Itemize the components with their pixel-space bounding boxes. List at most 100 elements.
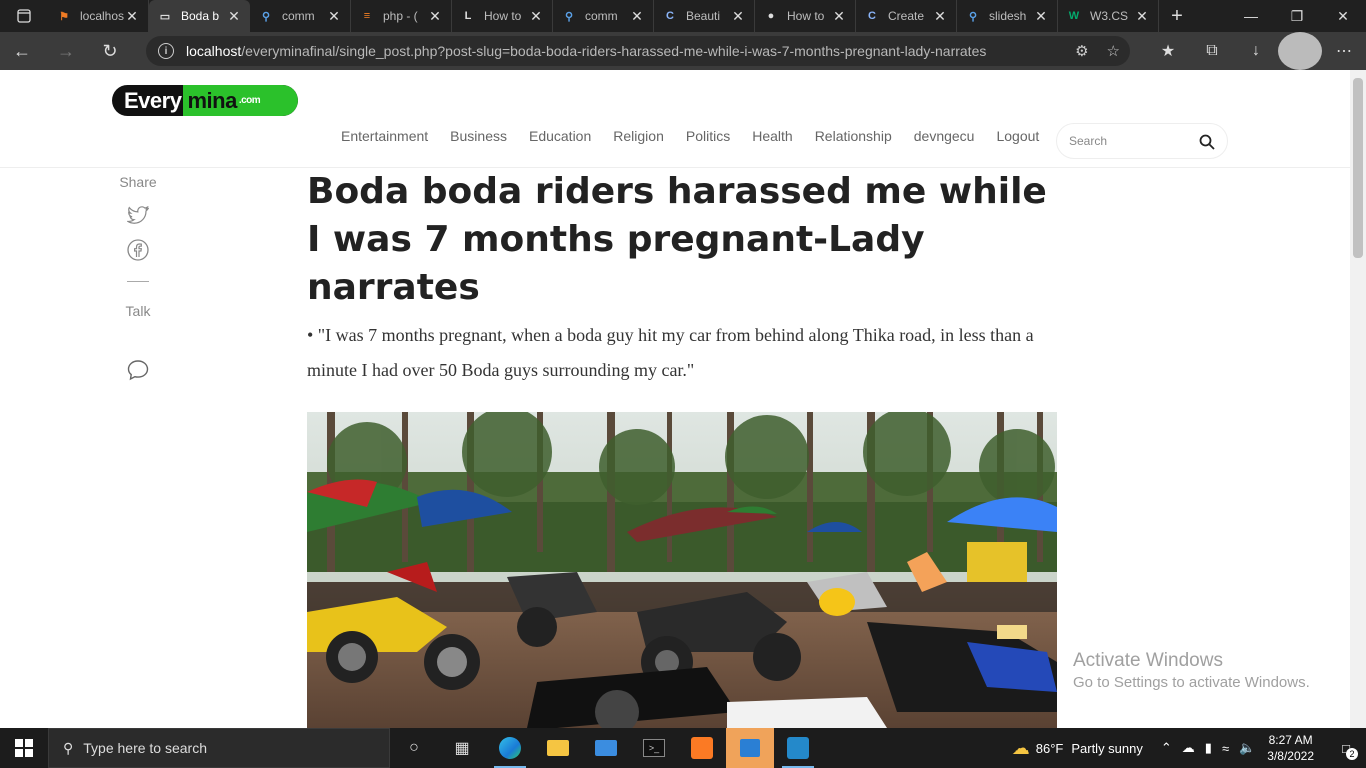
browser-tab[interactable]: ≡ php - (✕ [351,0,452,32]
forward-button[interactable]: → [44,32,88,70]
stack-icon: ≡ [363,10,371,22]
nav-link-relationship[interactable]: Relationship [815,128,892,144]
github-icon: ● [767,10,775,22]
close-window-button[interactable]: ✕ [1320,0,1366,32]
close-tab-icon[interactable]: ✕ [730,8,746,25]
clock[interactable]: 8:27 AM 3/8/2022 [1267,732,1314,764]
search-icon: ⚲ [261,10,271,23]
browser-tab[interactable]: ▭ Boda b ✕ [149,0,250,32]
browser-tab[interactable]: W W3.CS ✕ [1058,0,1159,32]
browser-tab[interactable]: C Create ✕ [856,0,957,32]
nav-link-religion[interactable]: Religion [613,128,664,144]
nav-link-politics[interactable]: Politics [686,128,730,144]
refresh-button[interactable]: ↻ [88,32,132,70]
tab-list: ⚑ localhost ✕ ▭ Boda b ✕ ⚲ comm ✕ ≡ php - (✕ L How t… [48,0,1159,32]
facebook-icon[interactable] [127,239,149,261]
tab-title: W3.CS [1090,9,1129,23]
minimize-button[interactable]: — [1228,0,1274,32]
nav-link-devngecu[interactable]: devngecu [914,128,975,144]
nav-link-entertainment[interactable]: Entertainment [341,128,428,144]
site-info-icon[interactable]: i [158,43,174,59]
page-scrollbar[interactable] [1350,70,1366,728]
battery-icon[interactable]: ▮ [1205,740,1212,756]
motorcycles-photo-graphic [307,412,1057,728]
close-tab-icon[interactable]: ✕ [1134,8,1150,25]
weather-icon[interactable]: ☁ [1012,738,1030,759]
nav-link-logout[interactable]: Logout [996,128,1039,144]
nav-link-education[interactable]: Education [529,128,591,144]
browser-tab[interactable]: C Beauti ✕ [654,0,755,32]
read-aloud-icon[interactable]: ⚙ [1075,42,1088,60]
close-tab-icon[interactable]: ✕ [932,8,948,25]
xampp-icon: ⚑ [59,10,69,23]
photos-icon[interactable] [726,728,774,768]
c-icon: C [666,10,674,22]
back-button[interactable]: ← [0,32,44,70]
main-nav: Entertainment Business Education Religion Po… [330,128,1050,144]
twitter-icon[interactable] [125,205,150,226]
collections-icon[interactable]: ⧉ [1190,32,1234,70]
tray-chevron-icon[interactable]: ⌃ [1161,740,1172,756]
tab-actions-button[interactable] [0,0,48,32]
url-path: /everyminafinal/single_post.php?post-slu… [241,43,987,59]
mail-icon[interactable] [582,728,630,768]
share-sidebar: Share Talk [110,174,166,384]
taskbar-search[interactable]: ⚲ Type here to search [48,728,390,768]
nav-link-business[interactable]: Business [450,128,507,144]
nav-link-health[interactable]: Health [752,128,792,144]
search-icon[interactable] [1199,134,1215,150]
close-tab-icon[interactable]: ✕ [528,8,544,25]
weather-text[interactable]: Partly sunny [1071,741,1143,756]
file-explorer-icon[interactable] [534,728,582,768]
close-tab-icon[interactable]: ✕ [326,8,342,25]
browser-tab[interactable]: ⚲ comm ✕ [553,0,654,32]
start-button[interactable] [0,728,48,768]
volume-icon[interactable]: 🔈 [1239,740,1255,756]
close-tab-icon[interactable]: ✕ [831,8,847,25]
scrollbar-thumb[interactable] [1353,78,1363,258]
article-lede: • "I was 7 months pregnant, when a boda … [307,325,1034,380]
profile-button[interactable] [1278,32,1322,70]
add-favorite-icon[interactable]: ☆ [1107,42,1120,60]
vscode-icon[interactable] [774,728,822,768]
close-tab-icon[interactable]: ✕ [1033,8,1049,25]
terminal-icon[interactable]: >_ [630,728,678,768]
wifi-icon[interactable]: ≈ [1222,741,1229,756]
notification-count: 2 [1346,748,1358,760]
page-icon: ▭ [159,10,171,23]
close-tab-icon[interactable]: ✕ [427,8,443,25]
window-controls: — ❐ ✕ [1228,0,1366,32]
task-view-icon[interactable]: ▦ [438,728,486,768]
address-bar[interactable]: i localhost/everyminafinal/single_post.p… [146,36,1130,66]
browser-tab[interactable]: ⚲ slidesh ✕ [957,0,1058,32]
browser-tab[interactable]: ⚲ comm ✕ [250,0,351,32]
cortana-icon[interactable]: ○ [390,728,438,768]
weather-temp[interactable]: 86°F [1036,741,1064,756]
settings-menu-icon[interactable]: ⋯ [1322,32,1366,70]
url-host: localhost [186,43,242,59]
notification-center-button[interactable]: □ 2 [1326,728,1366,768]
favorites-icon[interactable]: ★ [1146,32,1190,70]
browser-tab[interactable]: ⚑ localhost ✕ [48,0,149,32]
edge-icon[interactable] [486,728,534,768]
site-search[interactable]: Search [1056,123,1228,159]
talk-label: Talk [125,303,151,319]
close-tab-icon[interactable]: ✕ [124,8,140,25]
watermark-title: Activate Windows [1073,650,1223,671]
downloads-icon[interactable]: ↓ [1234,32,1278,70]
new-tab-button[interactable]: + [1159,0,1195,32]
close-tab-icon[interactable]: ✕ [629,8,645,25]
network-icon[interactable]: ☁ [1182,740,1195,756]
browser-tab[interactable]: ● How to ✕ [755,0,856,32]
close-tab-icon[interactable]: ✕ [226,8,242,25]
comment-icon[interactable] [127,359,149,381]
search-input[interactable]: Search [1069,134,1107,148]
browser-tab[interactable]: L How to ✕ [452,0,553,32]
tab-actions-icon [17,9,31,23]
maximize-button[interactable]: ❐ [1274,0,1320,32]
taskbar-search-input[interactable]: Type here to search [83,740,207,756]
xampp-icon[interactable] [678,728,726,768]
tab-title: Create [888,9,925,23]
tab-title: localhost [80,9,124,23]
site-logo[interactable]: Every mina .com [112,85,298,116]
